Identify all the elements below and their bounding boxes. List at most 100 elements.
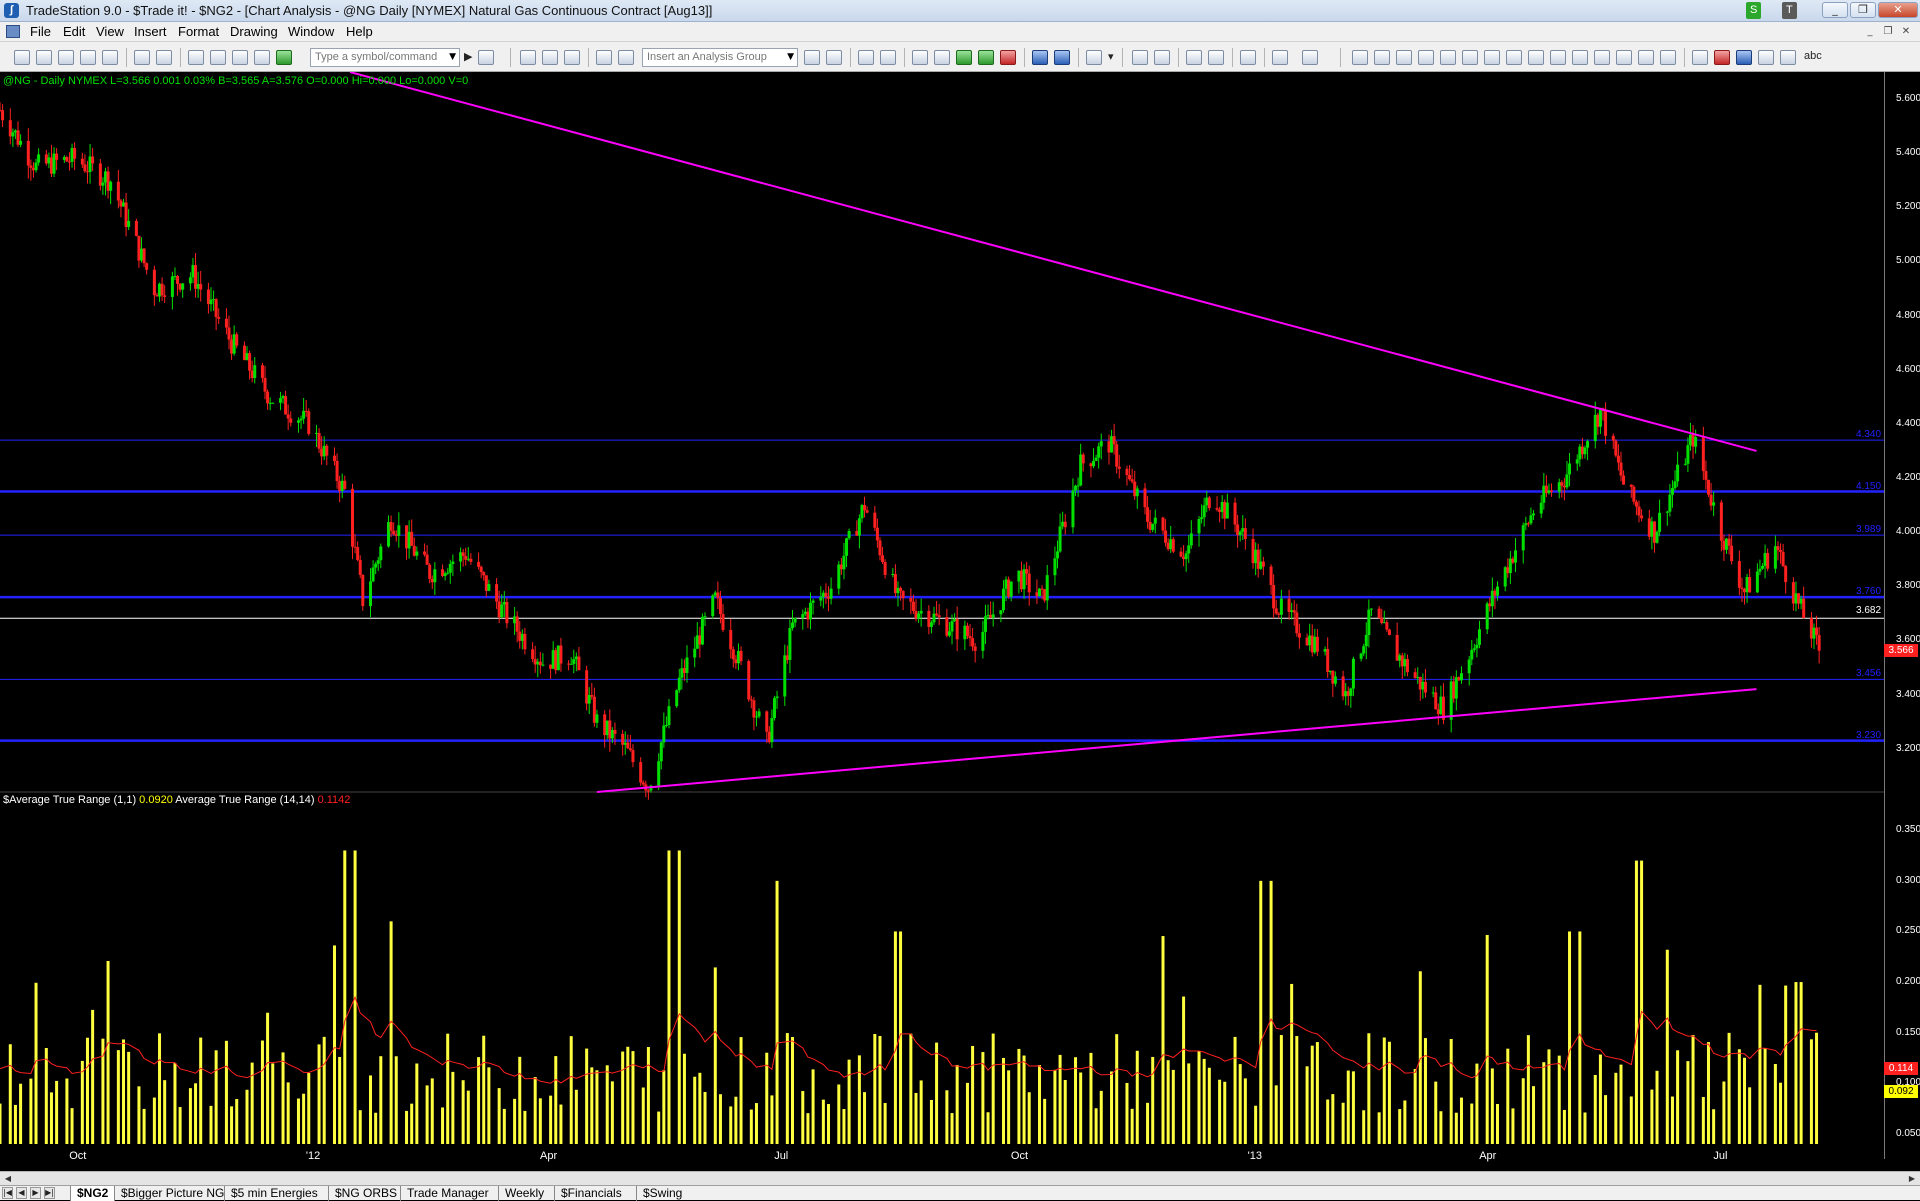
candlestick-icon[interactable] [934,50,950,65]
bar-style-icon[interactable] [1000,50,1016,65]
text-tool-icon[interactable]: abc [1804,50,1822,62]
chart-trading-icon[interactable] [1272,50,1288,65]
analysis-group-select[interactable]: Insert an Analysis Group ▼ [642,48,798,67]
menu-view[interactable]: View [96,24,124,39]
s-badge-button[interactable]: S [1746,2,1762,19]
drawing-object-icon[interactable] [1208,50,1224,65]
minimize-button[interactable]: _ [1822,2,1848,18]
parallel-lines-icon[interactable] [1572,50,1588,65]
indicator-icon[interactable] [596,50,612,65]
tab-first-icon[interactable]: |◀ [2,1187,13,1199]
menu-edit[interactable]: Edit [63,24,85,39]
strategy-icon[interactable] [618,50,634,65]
bar-chart-icon[interactable] [912,50,928,65]
tab-swing[interactable]: $Swing [636,1186,688,1201]
vertical-lines-icon[interactable] [1374,50,1390,65]
settings-icon[interactable] [880,50,896,65]
insert-analysis-icon[interactable] [804,50,820,65]
tab-bigger-picture-ng[interactable]: $Bigger Picture NG [114,1186,230,1201]
candle-body [1063,521,1067,528]
vertical-arrow-icon[interactable] [1550,50,1566,65]
horizontal-lines-icon[interactable] [1396,50,1412,65]
zoom-in-icon[interactable] [1132,50,1148,65]
tab-next-icon[interactable]: ▶ [30,1187,41,1199]
trendline-icon[interactable] [1352,50,1368,65]
cycle-lines-icon[interactable] [1638,50,1654,65]
window-tile-icon[interactable] [210,50,226,65]
mdi-restore-button[interactable]: ❐ [1880,25,1896,39]
globe-icon[interactable] [276,50,292,65]
tab-prev-icon[interactable]: ◀ [16,1187,27,1199]
fibonacci-icon[interactable] [1462,50,1478,65]
document-icon[interactable] [6,25,20,38]
chart-area[interactable]: @NG - Daily NYMEX L=3.566 0.001 0.03% B=… [0,72,1920,1171]
arrow-down-icon[interactable] [1714,50,1730,65]
radar-screen-icon[interactable] [542,50,558,65]
compress-bars-icon[interactable] [1054,50,1070,65]
menu-drawing[interactable]: Drawing [230,24,278,39]
pointer-icon[interactable] [1186,50,1202,65]
close-button[interactable]: ✕ [1878,2,1918,18]
zoom-out-icon[interactable] [1154,50,1170,65]
window-cascade-icon[interactable] [188,50,204,65]
andrews-pitchfork-icon[interactable] [1594,50,1610,65]
new-icon[interactable] [14,50,30,65]
arrow-up-icon[interactable] [1736,50,1752,65]
mdi-close-button[interactable]: ✕ [1898,25,1914,39]
chevron-down-icon[interactable]: ▾ [1108,50,1114,63]
scroll-right-icon[interactable]: ▶ [1906,1173,1918,1184]
style-icon[interactable] [858,50,874,65]
tab-ng-orbs[interactable]: $NG ORBS [328,1186,403,1201]
open-icon[interactable] [36,50,52,65]
fibonacci-arc-icon[interactable] [1616,50,1632,65]
tab-trade-manager[interactable]: Trade Manager [400,1186,495,1201]
horizontal-scrollbar[interactable]: ◀ ▶ [0,1171,1920,1185]
mdi-minimize-button[interactable]: _ [1862,25,1878,39]
freehand-icon[interactable] [1692,50,1708,65]
chevron-down-icon[interactable]: ▼ [449,52,456,62]
rectangle-icon[interactable] [1780,50,1796,65]
menu-file[interactable]: File [30,24,51,39]
menu-format[interactable]: Format [178,24,219,39]
tab-financials[interactable]: $Financials [554,1186,628,1201]
wrench-icon[interactable] [1240,50,1256,65]
lock-icon[interactable] [232,50,248,65]
menu-window[interactable]: Window [288,24,334,39]
symbol-lookup-icon[interactable] [478,50,494,65]
zoom-bars-icon[interactable] [1032,50,1048,65]
matrix-icon[interactable] [564,50,580,65]
tab-5-min-energies[interactable]: $5 min Energies [224,1186,324,1201]
ellipse-icon[interactable] [1758,50,1774,65]
print-icon[interactable] [156,50,172,65]
ohlc-icon[interactable] [956,50,972,65]
regression-icon[interactable] [1484,50,1500,65]
gann-fan-icon[interactable] [1440,50,1456,65]
symbol-input[interactable]: Type a symbol/command ▼ [310,48,460,67]
tab-last-icon[interactable]: ▶| [44,1187,55,1199]
angle-line-icon[interactable] [1506,50,1522,65]
horizontal-arrow-icon[interactable] [1528,50,1544,65]
restore-button[interactable]: ❐ [1850,2,1876,18]
chart-window-icon[interactable] [520,50,536,65]
speed-lines-icon[interactable] [1418,50,1434,65]
scroll-left-icon[interactable]: ◀ [2,1173,14,1184]
chart-canvas[interactable] [0,72,1920,1171]
folder-icon[interactable] [102,50,118,65]
save-icon[interactable] [134,50,150,65]
tab-weekly[interactable]: Weekly [498,1186,550,1201]
data-window-icon[interactable] [1086,50,1102,65]
blank-tool-icon[interactable] [1302,50,1318,65]
t-badge-button[interactable]: T [1782,2,1797,19]
tab-ng2[interactable]: $NG2 [70,1186,115,1201]
price-axis[interactable] [1884,72,1920,1159]
trend-bar-icon[interactable] [978,50,994,65]
play-icon[interactable]: ▶ [464,50,472,63]
menu-insert[interactable]: Insert [134,24,167,39]
menu-help[interactable]: Help [346,24,373,39]
highlighter-icon[interactable] [1660,50,1676,65]
format-analysis-icon[interactable] [826,50,842,65]
link-icon[interactable] [254,50,270,65]
save-workspace-icon[interactable] [58,50,74,65]
chevron-down-icon[interactable]: ▼ [787,52,794,62]
copy-icon[interactable] [80,50,96,65]
